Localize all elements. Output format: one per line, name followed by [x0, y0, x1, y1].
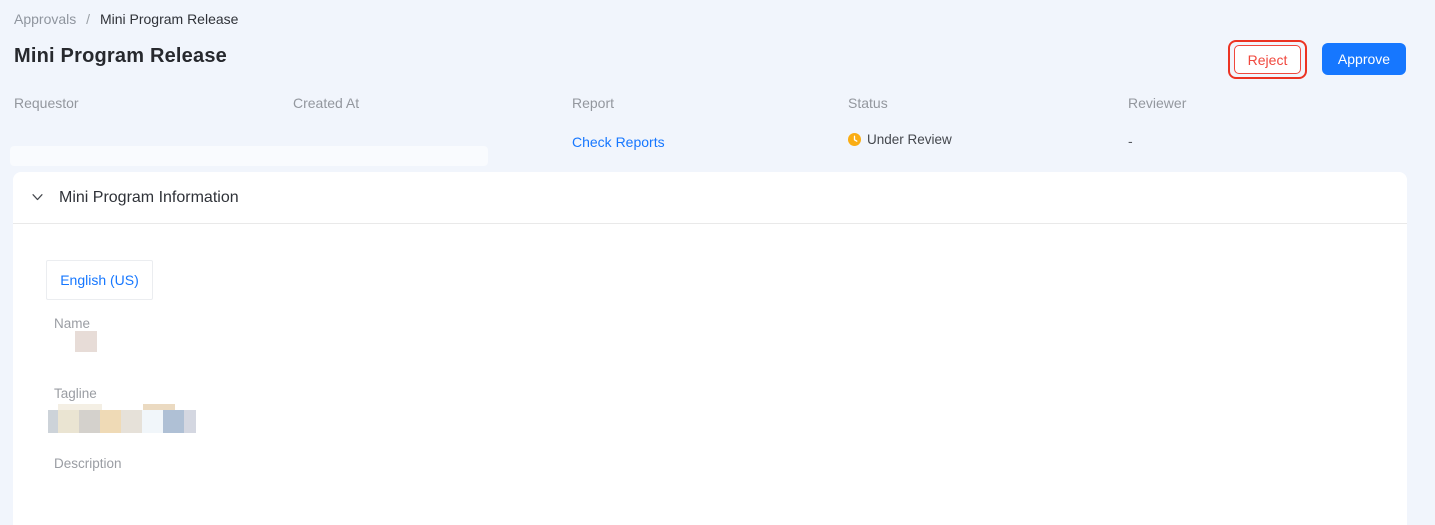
status-text: Under Review [867, 132, 952, 147]
approval-detail-page: Approvals / Mini Program Release Mini Pr… [0, 0, 1435, 525]
reviewer-value: - [1128, 133, 1133, 149]
redacted-meta-values [10, 146, 488, 166]
status-badge: Under Review [848, 132, 952, 147]
name-redacted-value [75, 331, 97, 352]
breadcrumb-approvals[interactable]: Approvals [14, 11, 76, 27]
mini-program-info-card: Mini Program Information English (US) Na… [13, 172, 1407, 525]
status-label: Status [848, 95, 888, 111]
approve-button[interactable]: Approve [1322, 43, 1406, 75]
created-at-label: Created At [293, 95, 360, 111]
report-label: Report [572, 95, 615, 111]
tagline-redacted-value [48, 404, 196, 433]
section-header-mini-program-information[interactable]: Mini Program Information [13, 172, 1407, 224]
section-title: Mini Program Information [59, 188, 239, 206]
check-reports-link[interactable]: Check Reports [572, 134, 665, 150]
tab-english-us[interactable]: English (US) [46, 260, 153, 300]
annotation-highlight: Reject [1228, 40, 1307, 79]
breadcrumb: Approvals / Mini Program Release [14, 11, 238, 27]
tagline-label: Tagline [54, 386, 97, 401]
page-title: Mini Program Release [14, 45, 227, 67]
reject-button[interactable]: Reject [1234, 45, 1301, 74]
reviewer-label: Reviewer [1128, 95, 1187, 111]
breadcrumb-separator: / [86, 11, 91, 27]
breadcrumb-current: Mini Program Release [99, 11, 239, 27]
clock-icon [848, 133, 861, 146]
requestor-label: Requestor [14, 95, 79, 111]
description-label: Description [54, 456, 122, 471]
chevron-down-icon [32, 194, 43, 201]
name-label: Name [54, 316, 91, 331]
